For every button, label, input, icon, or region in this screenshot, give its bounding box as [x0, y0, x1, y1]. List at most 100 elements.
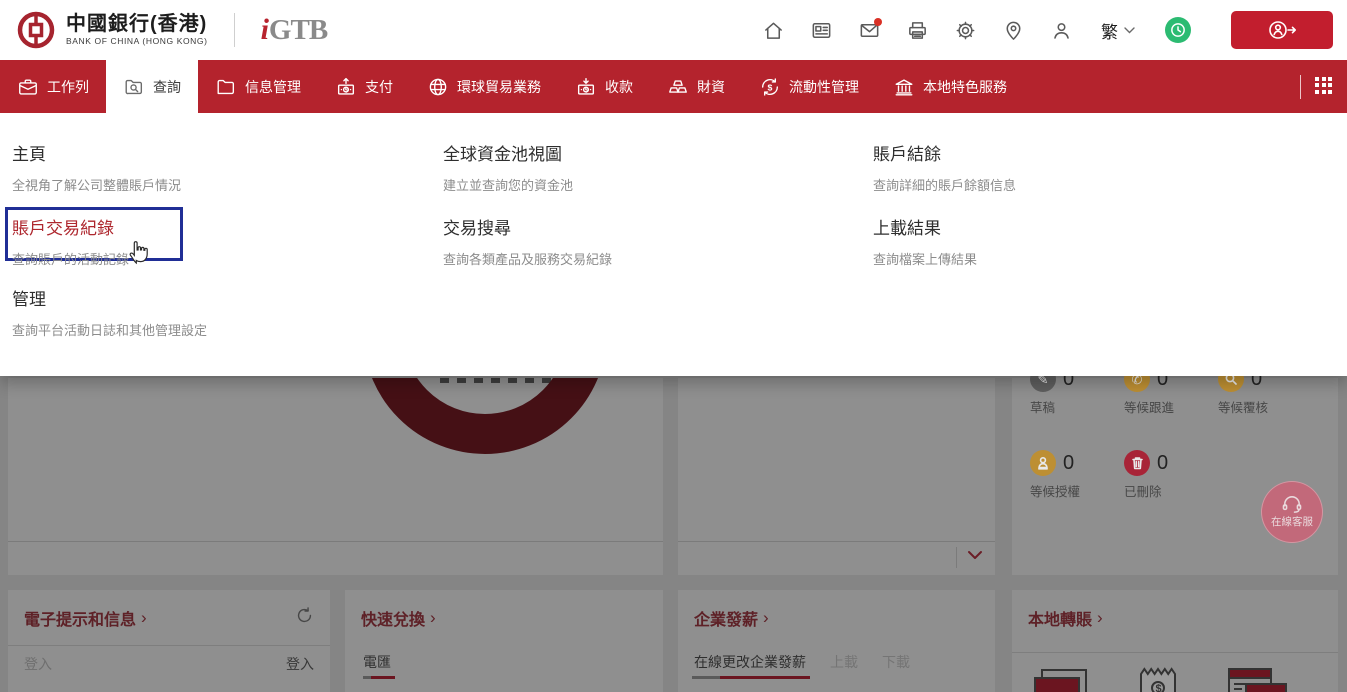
local-transfer-card-title[interactable]: 本地轉賬: [1028, 606, 1092, 630]
menu-item-desc: 查詢賬戶的活動記錄: [12, 249, 129, 268]
alerts-card-title[interactable]: 電子提示和信息: [24, 606, 136, 630]
stamp-icon: [1030, 450, 1056, 476]
briefcase-icon: [17, 76, 39, 98]
fx-tab-remittance[interactable]: 電匯: [363, 652, 391, 672]
menu-item-title: 賬戶交易紀錄: [12, 214, 129, 239]
session-timer-icon[interactable]: [1165, 17, 1191, 43]
nav-label: 流動性管理: [789, 77, 859, 97]
nav-item-payments[interactable]: $ 支付: [318, 60, 410, 113]
folder-icon: [215, 76, 237, 98]
nav-label: 工作列: [47, 77, 89, 97]
bank-name: 中國銀行(香港) BANK OF CHINA (HONG KONG): [66, 14, 208, 46]
nav-item-receivables[interactable]: $ 收款: [558, 60, 650, 113]
main-nav: 工作列 查詢 信息管理 $ 支付 環球貿易業務 $ 收款 財資 $ 流動性管理: [0, 60, 1347, 113]
menu-item-global-pool[interactable]: 全球資金池視圖 建立並查詢您的資金池: [443, 140, 573, 194]
menu-item-desc: 查詢檔案上傳結果: [873, 249, 977, 268]
card-divider: [1012, 652, 1338, 653]
menu-item-title: 上載結果: [873, 214, 977, 239]
menu-item-title: 管理: [12, 285, 207, 310]
menu-item-title: 交易搜尋: [443, 214, 612, 239]
pay-out-icon: $: [335, 76, 357, 98]
search-folder-icon: [123, 76, 145, 98]
receive-icon: $: [575, 76, 597, 98]
language-selector[interactable]: 繁: [1101, 18, 1135, 43]
menu-item-desc: 查詢各類產品及服務交易紀錄: [443, 249, 612, 268]
menu-item-upload-results[interactable]: 上載結果 查詢檔案上傳結果: [873, 214, 977, 268]
nav-item-liquidity[interactable]: $ 流動性管理: [742, 60, 876, 113]
nav-divider: [1300, 75, 1301, 99]
menu-item-account-activities[interactable]: 賬戶交易紀錄 查詢賬戶的活動記錄: [12, 214, 129, 268]
nav-label: 環球貿易業務: [457, 77, 541, 97]
trash-icon: [1124, 450, 1150, 476]
payroll-tab-online-change[interactable]: 在線更改企業發薪: [694, 652, 806, 672]
logout-button[interactable]: [1231, 11, 1333, 49]
tile-label: 等候授權: [1030, 481, 1122, 500]
menu-item-desc: 建立並查詢您的資金池: [443, 175, 573, 194]
apps-grid-icon[interactable]: [1315, 77, 1335, 97]
mail-icon[interactable]: [857, 18, 881, 42]
chevron-right-icon: ›: [141, 608, 147, 628]
tile-label: 等候跟進: [1124, 397, 1216, 416]
transfer-type-icons: $: [1032, 666, 1288, 692]
mail-badge: [874, 18, 882, 26]
nav-label: 收款: [605, 77, 633, 97]
chevron-right-icon: ›: [763, 608, 769, 628]
chevron-down-icon: [1124, 27, 1135, 34]
alerts-login-right[interactable]: 登入: [286, 654, 314, 674]
boc-emblem-icon: [16, 10, 56, 50]
home-icon[interactable]: [761, 18, 785, 42]
nav-item-global-trade[interactable]: 環球貿易業務: [410, 60, 558, 113]
nav-item-enquiry[interactable]: 查詢: [106, 60, 198, 113]
enquiry-dropdown-menu: 主頁 全視角了解公司整體賬戶情況 賬戶交易紀錄 查詢賬戶的活動記錄 管理 查詢平…: [0, 113, 1347, 376]
receipt-icon[interactable]: $: [1138, 666, 1178, 692]
printer-icon[interactable]: [905, 18, 929, 42]
menu-item-desc: 全視角了解公司整體賬戶情況: [12, 175, 181, 194]
fx-card-title[interactable]: 快速兌換: [361, 606, 425, 630]
nav-item-message-mgmt[interactable]: 信息管理: [198, 60, 318, 113]
nav-item-treasury[interactable]: 財資: [650, 60, 742, 113]
bank-icon: [893, 76, 915, 98]
status-tile-authorize[interactable]: 0 等候授權: [1030, 450, 1122, 500]
nav-label: 支付: [365, 77, 393, 97]
igtb-i: i: [261, 15, 269, 45]
local-transfer-card: 本地轉賬 › $: [1012, 590, 1338, 692]
alerts-login-left[interactable]: 登入: [24, 654, 52, 674]
logo-divider: [234, 13, 235, 47]
tile-label: 草稿: [1030, 397, 1122, 416]
menu-item-desc: 查詢詳細的賬戶餘額信息: [873, 175, 1016, 194]
menu-item-transaction-search[interactable]: 交易搜尋 查詢各類產品及服務交易紀錄: [443, 214, 612, 268]
bank-logo[interactable]: 中國銀行(香港) BANK OF CHINA (HONG KONG) iGTB: [16, 10, 327, 50]
status-tile-deleted[interactable]: 0 已刪除: [1124, 450, 1216, 500]
stacked-cards-icon[interactable]: [1032, 666, 1090, 692]
live-chat-button[interactable]: 在線客服: [1261, 481, 1323, 543]
expand-chevron-down-icon[interactable]: [967, 547, 983, 565]
dashboard-icon[interactable]: [809, 18, 833, 42]
refresh-icon[interactable]: [295, 606, 314, 630]
nav-item-worklist[interactable]: 工作列: [0, 60, 106, 113]
summary-card: [678, 378, 995, 575]
gear-icon[interactable]: [953, 18, 977, 42]
gold-bars-icon: [667, 76, 689, 98]
browser-cards-icon[interactable]: [1226, 666, 1288, 692]
payroll-tab-upload[interactable]: 上載: [830, 652, 858, 672]
page: 中國銀行(香港) BANK OF CHINA (HONG KONG) iGTB: [0, 0, 1347, 692]
tile-label: 已刪除: [1124, 481, 1216, 500]
nav-item-local-services[interactable]: 本地特色服務: [876, 60, 1024, 113]
payroll-tab-download[interactable]: 下載: [882, 652, 910, 672]
svg-text:$: $: [1156, 683, 1162, 692]
location-icon[interactable]: [1001, 18, 1025, 42]
liquidity-cycle-icon: $: [759, 76, 781, 98]
alerts-card: 電子提示和信息 › 登入 登入: [8, 590, 330, 692]
igtb-gtb: GTB: [269, 16, 327, 45]
fx-tab-underline: [363, 676, 395, 679]
summary-card-footer: [678, 541, 995, 575]
nav-label: 本地特色服務: [923, 77, 1007, 97]
menu-item-admin[interactable]: 管理 查詢平台活動日誌和其他管理設定: [12, 285, 207, 339]
globe-icon: [427, 76, 449, 98]
menu-item-home[interactable]: 主頁 全視角了解公司整體賬戶情況: [12, 140, 181, 194]
user-icon[interactable]: [1049, 18, 1073, 42]
payroll-card-title[interactable]: 企業發薪: [694, 606, 758, 630]
nav-right: [1300, 60, 1347, 113]
menu-item-account-balance[interactable]: 賬戶結餘 查詢詳細的賬戶餘額信息: [873, 140, 1016, 194]
nav-label: 財資: [697, 77, 725, 97]
